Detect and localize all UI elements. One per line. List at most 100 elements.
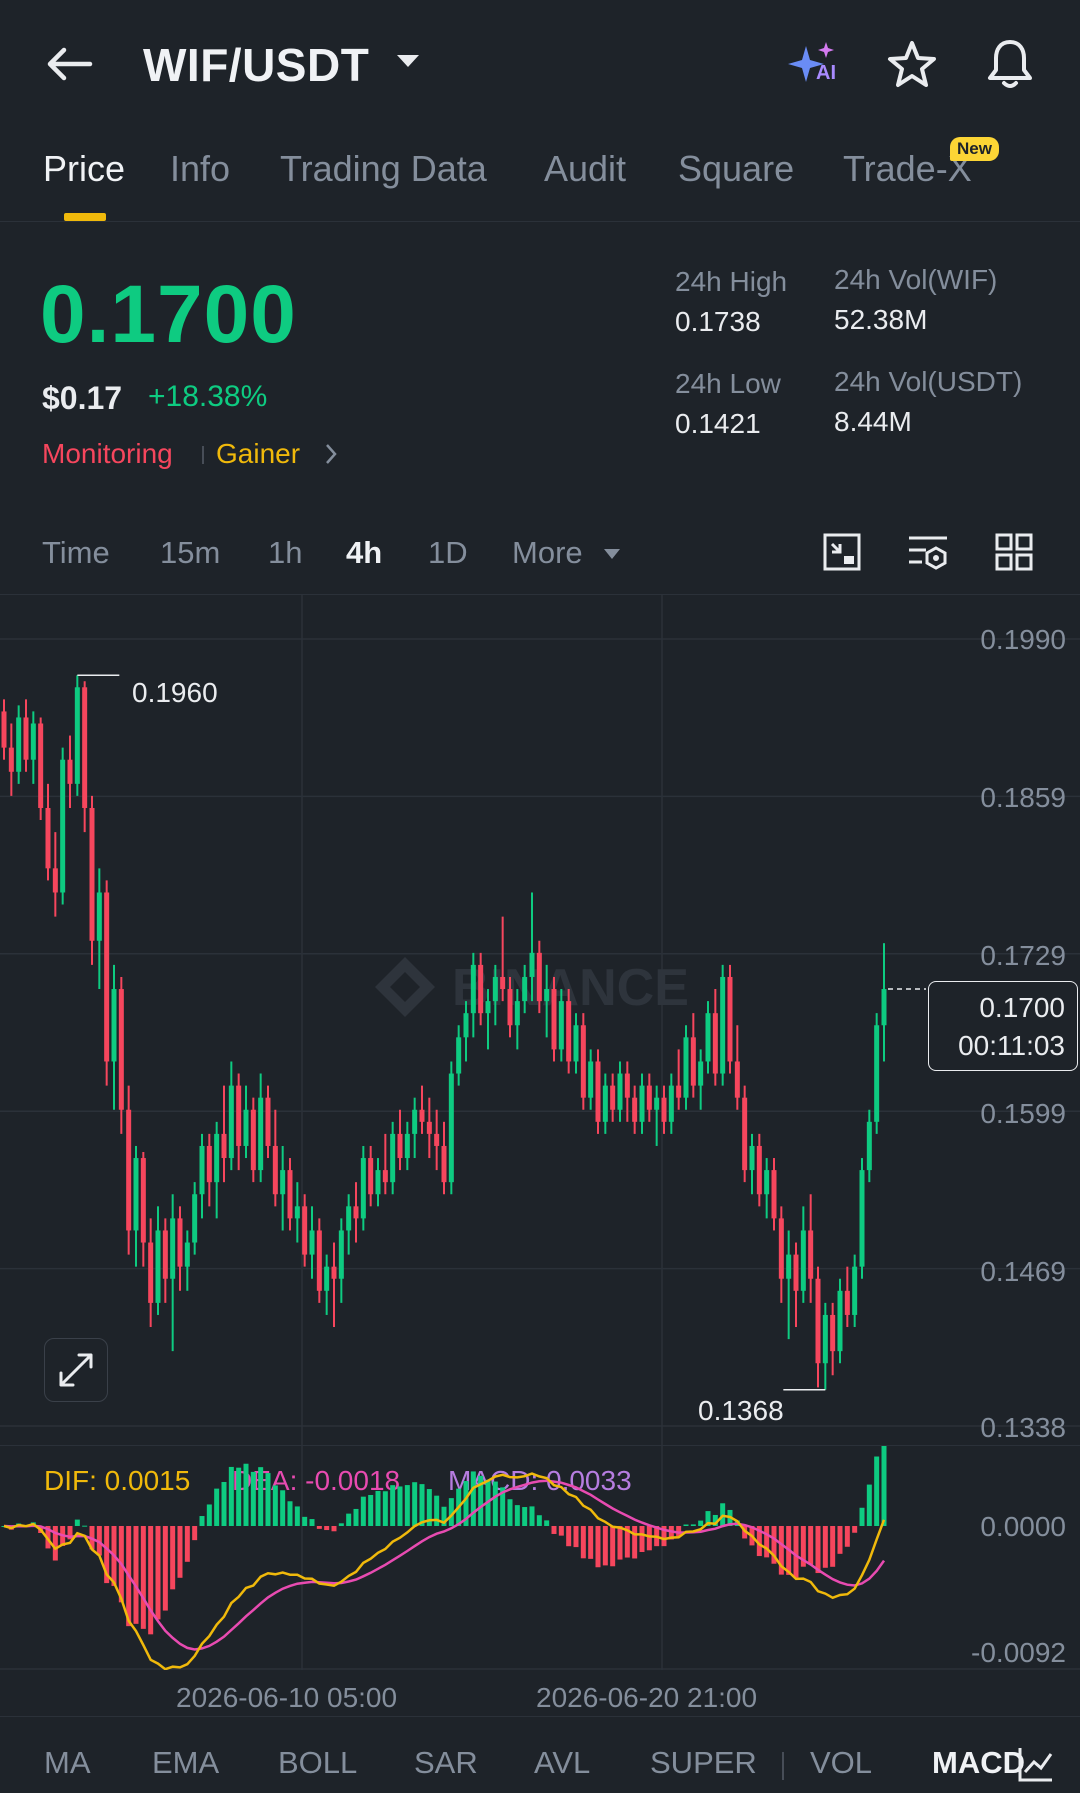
indicator-super[interactable]: SUPER — [650, 1745, 757, 1781]
ai-assistant-icon[interactable]: AI — [786, 40, 846, 88]
candle-body — [874, 1025, 880, 1122]
candle-body — [74, 687, 80, 784]
tab-square[interactable]: Square — [678, 148, 794, 190]
tf-time[interactable]: Time — [42, 535, 110, 571]
chart-settings-icon[interactable] — [822, 532, 862, 577]
macd-histogram-bar — [82, 1525, 88, 1527]
indicator-ma[interactable]: MA — [44, 1745, 91, 1781]
tf-more[interactable]: More — [512, 535, 622, 575]
candle-body — [573, 1025, 579, 1062]
macd-histogram-bar — [514, 1505, 520, 1526]
tab-info[interactable]: Info — [170, 148, 230, 190]
candle-body — [852, 1266, 858, 1315]
tabs-divider — [0, 221, 1080, 222]
vol-quote-label: 24h Vol(USDT) — [834, 366, 1023, 397]
tab-trading-data[interactable]: Trading Data — [280, 148, 487, 190]
macd-histogram-bar — [155, 1526, 161, 1620]
candle-body — [177, 1218, 183, 1267]
candle-body — [624, 1073, 630, 1098]
candle-body — [536, 952, 542, 1002]
macd-histogram-bar — [170, 1526, 176, 1590]
macd-histogram-bar — [294, 1506, 300, 1526]
macd-histogram-bar — [874, 1456, 880, 1526]
tf-more-label: More — [512, 535, 583, 570]
candle-body — [734, 1061, 740, 1098]
macd-chart[interactable] — [0, 1446, 1080, 1670]
pair-selector[interactable]: WIF/USDT — [143, 38, 433, 94]
macd-histogram-bar — [243, 1463, 249, 1526]
macd-histogram-bar — [280, 1490, 286, 1526]
macd-histogram-bar — [646, 1526, 652, 1551]
macd-histogram-bar — [522, 1507, 528, 1526]
vol-base-value: 52.38M — [834, 304, 928, 335]
candle-body — [610, 1085, 616, 1110]
candle-body — [705, 1013, 711, 1062]
macd-histogram-bar — [412, 1482, 418, 1526]
macd-histogram-bar — [683, 1524, 689, 1526]
low-value: 0.1421 — [675, 408, 761, 439]
candle-body — [214, 1133, 220, 1183]
indicator-boll[interactable]: BOLL — [278, 1745, 357, 1781]
low-label: 24h Low — [675, 368, 781, 399]
indicator-macd[interactable]: MACD — [932, 1745, 1025, 1781]
candle-body — [646, 1085, 652, 1110]
candle-body — [478, 964, 484, 1014]
candle-body — [331, 1266, 337, 1279]
indicator-vol[interactable]: VOL — [810, 1745, 872, 1781]
vol-quote-value: 8.44M — [834, 406, 912, 437]
candle-body — [844, 1290, 850, 1315]
tf-1d[interactable]: 1D — [428, 535, 468, 571]
macd-y-label-1: 0.0000 — [980, 1511, 1066, 1542]
low-price-marker: 0.1368 — [698, 1395, 784, 1426]
macd-histogram-bar — [177, 1526, 183, 1578]
back-arrow-icon[interactable] — [44, 44, 94, 84]
tab-price[interactable]: Price — [43, 148, 125, 190]
tab-audit[interactable]: Audit — [544, 148, 626, 190]
candle-body — [514, 1001, 520, 1026]
macd-histogram-bar — [830, 1526, 836, 1567]
tf-1h[interactable]: 1h — [268, 535, 302, 571]
expand-icon — [59, 1353, 93, 1387]
usd-price: $0.17 — [42, 380, 123, 416]
macd-histogram-bar — [228, 1466, 234, 1526]
macd-histogram-bar — [346, 1513, 352, 1526]
candle-body — [111, 989, 117, 1062]
macd-histogram-bar — [236, 1467, 242, 1526]
candle-body — [470, 964, 476, 1014]
candle-body — [360, 1158, 366, 1219]
pair-title: WIF/USDT — [143, 39, 370, 91]
fullscreen-button[interactable] — [44, 1338, 108, 1402]
chart-tools-icon[interactable] — [1016, 1744, 1056, 1789]
candle-body — [698, 1061, 704, 1086]
candle-body — [346, 1206, 352, 1231]
indicator-settings-icon[interactable] — [906, 532, 950, 577]
tf-4h[interactable]: 4h — [346, 535, 382, 571]
indicator-avl[interactable]: AVL — [534, 1745, 590, 1781]
macd-histogram-bar — [639, 1526, 645, 1552]
candle-body — [500, 976, 506, 990]
tag-row[interactable]: Monitoring Gainer — [42, 438, 352, 474]
layout-grid-icon[interactable] — [994, 532, 1034, 577]
bell-icon[interactable] — [985, 38, 1035, 95]
candle-body — [544, 989, 550, 1002]
candle-body — [294, 1206, 300, 1219]
candle-body — [375, 1170, 381, 1195]
candle-body — [639, 1085, 645, 1122]
candlestick-chart[interactable]: BINANCE — [0, 595, 1080, 1445]
candle-body — [397, 1133, 403, 1159]
candle-body — [866, 1121, 872, 1171]
macd-histogram-bar — [287, 1501, 293, 1526]
candle-body — [485, 1001, 491, 1014]
macd-histogram-bar — [353, 1508, 359, 1526]
candle-body — [250, 1109, 256, 1171]
tf-15m[interactable]: 15m — [160, 535, 220, 571]
candle-body — [140, 1158, 146, 1243]
ai-label: AI — [816, 62, 836, 84]
y-label-6: 0.1338 — [980, 1412, 1066, 1443]
favorite-star-icon[interactable] — [887, 40, 937, 93]
indicator-ema[interactable]: EMA — [152, 1745, 219, 1781]
indicator-sar[interactable]: SAR — [414, 1745, 478, 1781]
candle-body — [551, 989, 557, 1050]
candle-body — [778, 1218, 784, 1279]
macd-histogram-bar — [573, 1526, 579, 1548]
